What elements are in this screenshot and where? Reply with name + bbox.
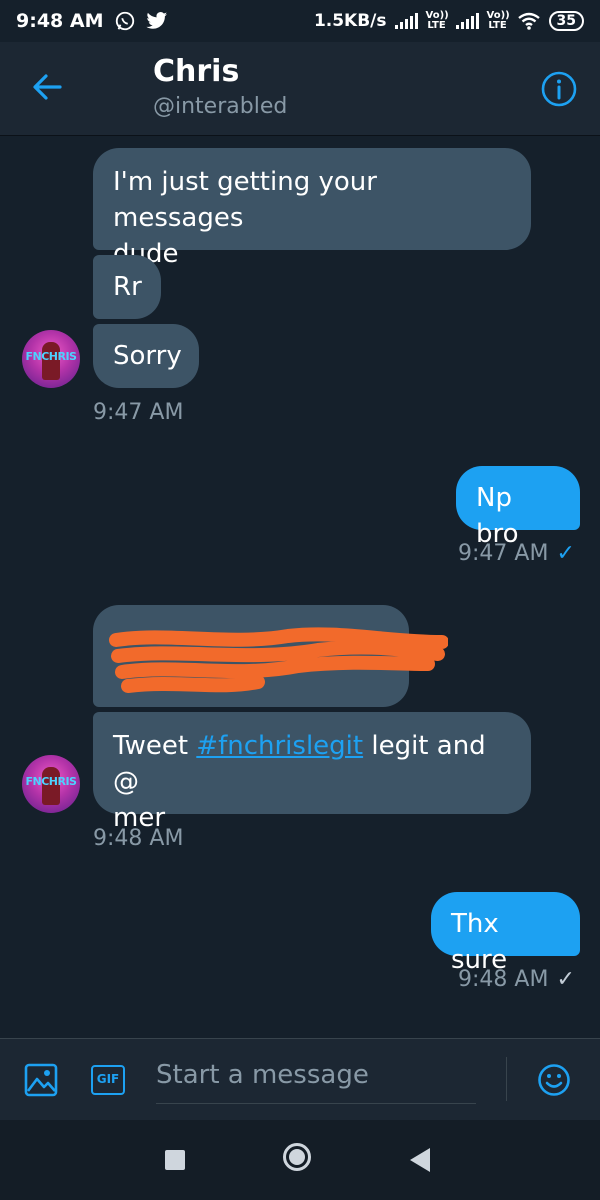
message-text: Sorry (113, 341, 182, 371)
status-time: 9:48 AM (16, 10, 104, 32)
contact-handle[interactable]: @interabled (153, 94, 287, 119)
redaction-scribble (109, 627, 448, 693)
signal-icon (394, 13, 418, 29)
outgoing-message[interactable]: Np bro (456, 466, 580, 549)
message-text: Np bro (476, 483, 519, 549)
twitter-bird-icon (145, 12, 167, 29)
wifi-icon (517, 12, 540, 30)
lte-badge: Vo)) LTE (425, 10, 449, 31)
gif-label: GIF (96, 1072, 120, 1086)
message-timestamp: 9:47 AM (93, 400, 184, 425)
status-right: 1.5KB/s Vo)) LTE Vo)) LTE 35 (314, 11, 584, 31)
incoming-message[interactable]: Tweet #fnchrislegit legit and @ mer (93, 712, 531, 833)
message-composer: GIF Start a message (0, 1038, 600, 1120)
recents-square-icon[interactable] (165, 1150, 185, 1170)
incoming-message[interactable]: Rr (93, 255, 161, 319)
message-text-part: Tweet (113, 731, 197, 761)
composer-divider (506, 1057, 507, 1101)
status-left: 9:48 AM (16, 10, 168, 32)
timestamp-text: 9:47 AM (458, 541, 549, 566)
message-timestamp: 9:47 AM ✓ (458, 541, 575, 566)
network-speed: 1.5KB/s (313, 11, 387, 31)
message-text: Rr (113, 272, 142, 302)
contact-name[interactable]: Chris (153, 54, 239, 89)
conversation-header: Chris @interabled (0, 42, 600, 136)
back-triangle-icon[interactable] (410, 1148, 430, 1172)
timestamp-text: 9:48 AM (458, 967, 549, 992)
incoming-message[interactable]: I'm just getting your messages dude (93, 148, 531, 269)
message-timestamp: 9:48 AM ✓ (458, 967, 575, 992)
battery-indicator: 35 (548, 11, 584, 31)
hashtag-link[interactable]: #fnchrislegit (196, 731, 363, 761)
whatsapp-icon (115, 11, 134, 31)
signal-icon (455, 13, 479, 29)
home-circle-icon[interactable] (283, 1143, 311, 1171)
message-text: Thx sure (451, 909, 508, 975)
lte-badge: Vo)) LTE (486, 10, 510, 31)
status-bar: 9:48 AM 1.5KB/s Vo)) LTE Vo)) LTE 35 (0, 0, 600, 42)
message-input-placeholder: Start a message (156, 1060, 369, 1090)
avatar[interactable]: FNCHRIS (22, 755, 80, 813)
gif-button[interactable]: GIF (91, 1065, 125, 1095)
back-arrow-icon[interactable] (30, 70, 64, 104)
message-text-line: I'm just getting your messages (113, 167, 377, 233)
image-icon[interactable] (24, 1063, 58, 1097)
message-input[interactable]: Start a message (156, 1057, 476, 1104)
emoji-icon[interactable] (537, 1063, 571, 1097)
incoming-message[interactable]: Sorry (93, 324, 199, 388)
message-timestamp: 9:48 AM (93, 826, 184, 851)
avatar[interactable]: FNCHRIS (22, 330, 80, 388)
info-icon[interactable] (540, 70, 578, 108)
message-text-line: dude (113, 239, 179, 269)
avatar-text: FNCHRIS (25, 775, 77, 788)
message-text-line: Tweet #fnchrislegit legit and @ (113, 728, 511, 800)
avatar-text: FNCHRIS (25, 350, 77, 363)
outgoing-message[interactable]: Thx sure (431, 892, 580, 975)
read-check-icon: ✓ (556, 541, 575, 566)
sent-check-icon: ✓ (556, 967, 575, 992)
